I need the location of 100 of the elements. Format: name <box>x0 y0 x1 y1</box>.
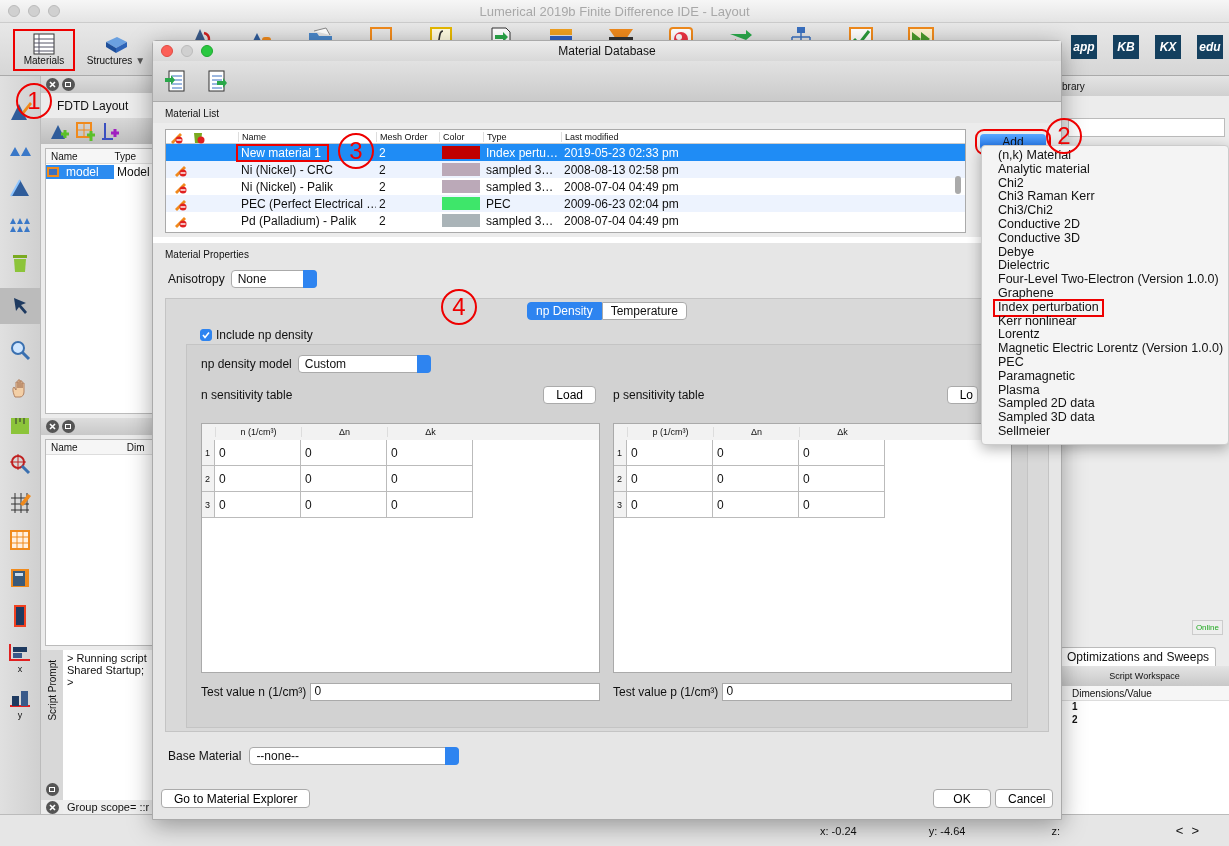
table-cell[interactable]: 0 <box>799 466 885 492</box>
menu-item[interactable]: Plasma <box>995 383 1043 398</box>
menu-item[interactable]: Sampled 2D data <box>995 397 1098 412</box>
close-icon[interactable] <box>46 420 59 433</box>
anisotropy-select[interactable]: None <box>230 270 317 288</box>
close-button[interactable] <box>161 45 173 57</box>
float-icon[interactable] <box>62 78 75 91</box>
table-cell[interactable]: 0 <box>301 440 387 466</box>
table-cell[interactable]: 0 <box>799 492 885 518</box>
test-value-field[interactable]: 0 <box>722 683 1012 701</box>
material-explorer-button[interactable]: Go to Material Explorer <box>161 789 311 808</box>
calculator-icon[interactable] <box>8 566 32 590</box>
zoom-button[interactable] <box>201 45 213 57</box>
column-header[interactable]: Last modified <box>561 132 965 142</box>
column-header[interactable]: n (1/cm³) <box>215 427 301 437</box>
table-cell[interactable]: 0 <box>301 492 387 518</box>
table-cell[interactable]: 0 <box>387 440 473 466</box>
bar-chart-icon[interactable] <box>8 642 32 662</box>
search-field[interactable] <box>1068 118 1225 137</box>
table-cell[interactable]: 0 <box>387 466 473 492</box>
menu-item[interactable]: Debye <box>995 245 1038 260</box>
logo-button[interactable]: KX <box>1155 35 1181 59</box>
model-select[interactable]: Custom <box>297 355 431 373</box>
column-chart-icon[interactable] <box>8 688 32 708</box>
column-header[interactable]: Δn <box>713 427 799 437</box>
column-header[interactable]: Name <box>238 132 376 142</box>
table-cell[interactable]: 0 <box>301 466 387 492</box>
menu-item[interactable]: Paramagnetic <box>995 369 1079 384</box>
nav-button[interactable]: < <box>1175 823 1184 838</box>
column-header[interactable]: Mesh Order <box>376 132 439 142</box>
table-cell[interactable]: 0 <box>627 440 713 466</box>
table-cell[interactable]: 0 <box>799 440 885 466</box>
material-row[interactable]: Pd (Palladium) - Palik 2 sampled 3… 2008-07-04 04:49 pm <box>166 212 965 229</box>
test-value-field[interactable]: 0 <box>310 683 600 701</box>
column-header[interactable]: Δk <box>387 427 473 437</box>
add-axis-icon[interactable] <box>101 121 121 141</box>
column-header[interactable]: Color <box>439 132 483 142</box>
grid-icon[interactable] <box>8 528 32 552</box>
column-header[interactable]: Dim <box>121 441 155 453</box>
add-menu[interactable] <box>981 145 1229 445</box>
column-header[interactable]: Name <box>46 150 110 162</box>
panel-tab[interactable]: brary <box>1062 80 1085 92</box>
table-cell[interactable]: 0 <box>627 466 713 492</box>
panel-tab[interactable]: Optimizations and Sweeps <box>1060 647 1217 666</box>
menu-item[interactable]: Chi3/Chi2 <box>995 204 1056 218</box>
material-row[interactable]: PEC (Perfect Electrical …2 PEC 2009-06-23 02:04 pm <box>166 195 965 212</box>
close-icon[interactable] <box>46 78 59 91</box>
column-header[interactable]: Δk <box>799 427 885 437</box>
grid-pencil-icon[interactable] <box>8 490 32 514</box>
material-list[interactable] <box>165 129 966 233</box>
table-cell[interactable]: 0 <box>713 492 799 518</box>
checkbox[interactable] <box>200 329 212 341</box>
material-row[interactable]: Ni (Nickel) - CRC 2 sampled 3… 2008-08-13 02:58 pm <box>166 161 965 178</box>
menu-item[interactable]: Graphene <box>995 286 1057 301</box>
menu-item[interactable]: Conductive 2D <box>995 218 1083 232</box>
table-cell[interactable]: 0 <box>713 466 799 492</box>
table-cell[interactable]: 0 <box>713 440 799 466</box>
table-cell[interactable]: 0 <box>627 492 713 518</box>
menu-item[interactable]: Sampled 3D data <box>995 411 1098 425</box>
zoom-target-icon[interactable] <box>8 452 32 476</box>
material-row[interactable]: Ni (Nickel) - Palik 2 sampled 3… 2008-07-04 04:49 pm <box>166 178 965 195</box>
import-icon[interactable] <box>165 69 187 93</box>
load-button[interactable]: Lo <box>946 386 978 404</box>
menu-item[interactable]: Kerr nonlinear <box>995 314 1080 329</box>
menu-item[interactable]: Chi3 Raman Kerr <box>995 190 1098 205</box>
table-cell[interactable]: 0 <box>215 440 301 466</box>
load-button[interactable]: Load <box>543 386 596 404</box>
nav-button[interactable]: > <box>1191 823 1199 838</box>
export-icon[interactable] <box>205 69 227 93</box>
close-icon[interactable] <box>46 800 59 814</box>
trash-icon[interactable] <box>191 130 205 144</box>
scrollbar[interactable] <box>955 176 961 194</box>
menu-item[interactable]: Chi2 <box>995 176 1027 191</box>
menu-item[interactable]: Magnetic Electric Lorentz (Version 1.0.0) <box>995 342 1227 356</box>
menu-item[interactable]: Dielectric <box>995 259 1053 274</box>
search-icon[interactable] <box>8 338 32 362</box>
column-header[interactable]: Name <box>46 441 122 453</box>
menu-item[interactable]: PEC <box>995 355 1027 370</box>
table-cell[interactable]: 0 <box>387 492 473 518</box>
logo-button[interactable]: app <box>1071 35 1097 59</box>
menu-item[interactable]: Sellmeier <box>995 424 1054 439</box>
materials-button[interactable]: Materials <box>15 31 73 69</box>
ok-button[interactable]: OK <box>933 789 991 808</box>
menu-item[interactable]: Lorentz <box>995 328 1043 343</box>
logo-button[interactable]: KB <box>1113 35 1139 59</box>
menu-item[interactable]: Index perturbation <box>995 300 1102 315</box>
structures-button[interactable]: Structures ▼ <box>87 31 145 69</box>
table-cell[interactable]: 0 <box>215 466 301 492</box>
column-header[interactable]: Δn <box>301 427 387 437</box>
cancel-button[interactable]: Cancel <box>995 789 1053 808</box>
base-material-select[interactable]: --none-- <box>249 747 460 765</box>
segment-tab[interactable]: Temperature <box>601 302 688 320</box>
menu-item[interactable]: Analytic material <box>995 162 1093 177</box>
column-header[interactable]: p (1/cm³) <box>627 427 713 437</box>
column-header[interactable]: Type <box>109 150 155 162</box>
menu-item[interactable]: Conductive 3D <box>995 231 1083 246</box>
menu-item[interactable]: Four-Level Two-Electron (Version 1.0.0) <box>995 273 1222 287</box>
segment-tab[interactable]: np Density <box>526 302 602 320</box>
float-icon[interactable] <box>62 420 75 433</box>
float-icon[interactable] <box>45 783 59 796</box>
